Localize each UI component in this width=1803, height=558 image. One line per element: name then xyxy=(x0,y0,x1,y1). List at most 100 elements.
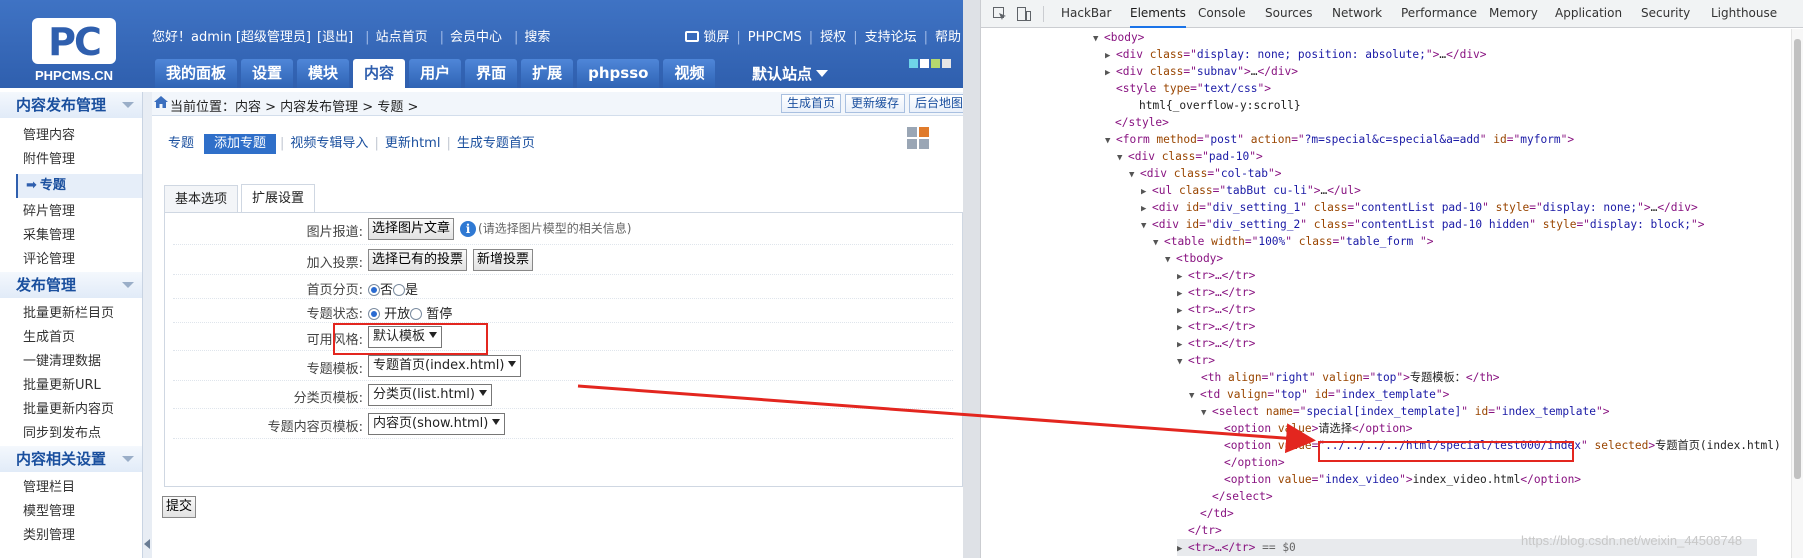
dom-node[interactable]: ▶ <tr>…</tr> xyxy=(1177,284,1255,301)
subnav-add-special[interactable]: 添加专题 xyxy=(204,134,277,154)
inspect-icon[interactable] xyxy=(993,7,1007,21)
sidebar-item-sync[interactable]: 同步到发布点 xyxy=(0,422,142,446)
scrollbar-thumb[interactable] xyxy=(1794,39,1801,479)
expand-icon[interactable]: ▼ xyxy=(1189,388,1200,405)
expand-icon[interactable]: ▼ xyxy=(1141,218,1152,235)
dom-text[interactable]: html{_overflow-y:scroll} xyxy=(1139,97,1301,114)
dom-node[interactable]: ▶ <ul class="tabBut cu-li">…</ul> xyxy=(1141,182,1361,199)
nav-tab-modules[interactable]: 模块 xyxy=(297,59,350,88)
sidebar-item-batch-url[interactable]: 批量更新URL xyxy=(0,374,142,398)
dom-node[interactable]: ▼ <tr> xyxy=(1177,352,1215,369)
sidebar-group-publish[interactable]: 发布管理 xyxy=(0,272,142,298)
help-link[interactable]: 帮助 xyxy=(935,30,961,45)
sidebar-group-content-publish[interactable]: 内容发布管理 xyxy=(0,92,142,118)
tab-sources[interactable]: Sources xyxy=(1265,0,1312,28)
status-open-radio[interactable] xyxy=(368,308,380,320)
dom-node[interactable]: ▼ <body> xyxy=(1093,29,1144,46)
phpcms-logo[interactable]: PC PHPCMS.CN xyxy=(28,8,120,84)
nav-tab-content[interactable]: 内容 xyxy=(353,59,406,88)
device-toggle-icon[interactable] xyxy=(1017,7,1031,21)
nav-tab-interface[interactable]: 界面 xyxy=(465,59,518,88)
sidebar-toggle-bar[interactable] xyxy=(142,92,152,558)
status-pause-radio[interactable] xyxy=(410,308,423,320)
sidebar-group-content-settings[interactable]: 内容相关设置 xyxy=(0,446,142,472)
forum-link[interactable]: 支持论坛 xyxy=(865,30,917,45)
sidebar-item-generate-home[interactable]: 生成首页 xyxy=(0,326,142,350)
dom-node[interactable]: ▼ <div id="div_setting_2" class="contentL… xyxy=(1141,216,1704,233)
tab-basic[interactable]: 基本选项 xyxy=(164,185,239,214)
sidebar-item-comments[interactable]: 评论管理 xyxy=(0,248,142,272)
site-select[interactable]: 默认站点 xyxy=(752,63,829,84)
skin-swatch[interactable] xyxy=(931,59,940,68)
member-center-link[interactable]: 会员中心 xyxy=(450,30,502,45)
sidebar-item-collect[interactable]: 采集管理 xyxy=(0,224,142,248)
expand-icon[interactable]: ▼ xyxy=(1177,354,1188,371)
license-link[interactable]: 授权 xyxy=(820,30,846,45)
dom-node[interactable]: <th align="right" valign="top">专题模板：</th… xyxy=(1201,369,1500,386)
skin-swatch[interactable] xyxy=(909,59,918,68)
dom-node[interactable]: <option value>请选择</option> xyxy=(1224,420,1413,437)
tab-hackbar[interactable]: HackBar xyxy=(1061,0,1111,28)
dom-node[interactable]: ▼ <div class="col-tab"> xyxy=(1129,165,1282,182)
sidebar-item-fragments[interactable]: 碎片管理 xyxy=(0,200,142,224)
dom-node[interactable]: </option> xyxy=(1224,454,1285,471)
dom-node[interactable]: ▶ <tr>…</tr> xyxy=(1177,318,1255,335)
subnav-special[interactable]: 专题 xyxy=(162,134,200,154)
subnav-video-import[interactable]: 视频专辑导入 xyxy=(284,134,374,154)
tab-application[interactable]: Application xyxy=(1555,0,1622,28)
dom-node[interactable]: ▼ <div class="pad-10"> xyxy=(1117,148,1263,165)
expand-icon[interactable]: ▼ xyxy=(1105,133,1116,150)
skin-swatch[interactable] xyxy=(920,59,929,68)
nav-tab-users[interactable]: 用户 xyxy=(409,59,462,88)
dom-node[interactable]: ▼ <select name="special[index_template]" … xyxy=(1201,403,1609,420)
dom-node[interactable]: </select> xyxy=(1212,488,1273,505)
dom-node[interactable]: ▶ <div class="display: none; position: ab… xyxy=(1105,46,1487,63)
dom-node[interactable]: </style> xyxy=(1115,114,1169,131)
expand-icon[interactable]: ▼ xyxy=(1093,31,1104,48)
skin-swatch[interactable] xyxy=(942,59,951,68)
list-template-select[interactable]: 分类页(list.html) xyxy=(368,384,492,406)
collapse-icon[interactable]: ▶ xyxy=(1177,541,1188,558)
expand-icon[interactable]: ▼ xyxy=(1129,167,1140,184)
select-pictures-button[interactable]: 选择图片文章 xyxy=(368,218,455,240)
dom-node[interactable]: ▼ <tbody> xyxy=(1165,250,1223,267)
sidebar-item-clean-data[interactable]: 一键清理数据 xyxy=(0,350,142,374)
dom-node[interactable]: <style type="text/css"> xyxy=(1105,80,1271,97)
tab-lighthouse[interactable]: Lighthouse xyxy=(1711,0,1777,28)
sidebar-item-categories[interactable]: 管理栏目 xyxy=(0,476,142,500)
search-link[interactable]: 搜索 xyxy=(524,30,550,45)
sidebar-item-models[interactable]: 模型管理 xyxy=(0,500,142,524)
update-cache-button[interactable]: 更新缓存 xyxy=(844,94,905,113)
tab-performance[interactable]: Performance xyxy=(1401,0,1477,28)
nav-tab-settings[interactable]: 设置 xyxy=(241,59,294,88)
dom-node[interactable]: <option value="index_video">index_video.… xyxy=(1224,471,1581,488)
site-home-link[interactable]: 站点首页 xyxy=(376,30,428,45)
show-template-select[interactable]: 内容页(show.html) xyxy=(368,413,506,435)
sidebar-item-batch-category[interactable]: 批量更新栏目页 xyxy=(0,302,142,326)
expand-icon[interactable]: ▼ xyxy=(1153,235,1164,252)
dom-node[interactable]: </tr> xyxy=(1188,522,1222,539)
dom-node[interactable]: ▶ <div id="div_setting_1" class="contentL… xyxy=(1141,199,1698,216)
generate-home-button[interactable]: 生成首页 xyxy=(780,94,841,113)
lock-screen-link[interactable]: 锁屏 xyxy=(703,30,729,45)
dom-node[interactable]: </td> xyxy=(1200,505,1234,522)
tab-network[interactable]: Network xyxy=(1332,0,1382,28)
nav-tab-phpsso[interactable]: phpsso xyxy=(577,59,660,88)
expand-icon[interactable]: ▼ xyxy=(1201,405,1212,422)
select-vote-button[interactable]: 选择已有的投票 xyxy=(368,249,468,271)
dom-node[interactable]: ▶ <tr>…</tr> xyxy=(1177,335,1255,352)
tab-memory[interactable]: Memory xyxy=(1489,0,1538,28)
dom-node[interactable]: ▼ <td valign="top" id="index_template"> xyxy=(1189,386,1449,403)
layout-icon[interactable] xyxy=(906,126,930,150)
sidebar-item-attachments[interactable]: 附件管理 xyxy=(0,148,142,172)
subnav-update-html[interactable]: 更新html xyxy=(379,134,447,154)
template-select[interactable]: 专题首页(index.html) xyxy=(368,355,522,377)
sidebar-item-manage-content[interactable]: 管理内容 xyxy=(0,124,142,148)
dom-node[interactable]: ▼ <form method="post" action="?m=special&… xyxy=(1105,131,1574,148)
dom-node[interactable]: ▼ <table width="100%" class="table_form "… xyxy=(1153,233,1434,250)
subnav-generate-index[interactable]: 生成专题首页 xyxy=(451,134,541,154)
phpcms-link[interactable]: PHPCMS xyxy=(748,30,802,45)
tab-security[interactable]: Security xyxy=(1641,0,1690,28)
submit-button[interactable]: 提交 xyxy=(162,496,197,518)
dom-node[interactable]: ▶ <tr>…</tr> xyxy=(1177,267,1255,284)
